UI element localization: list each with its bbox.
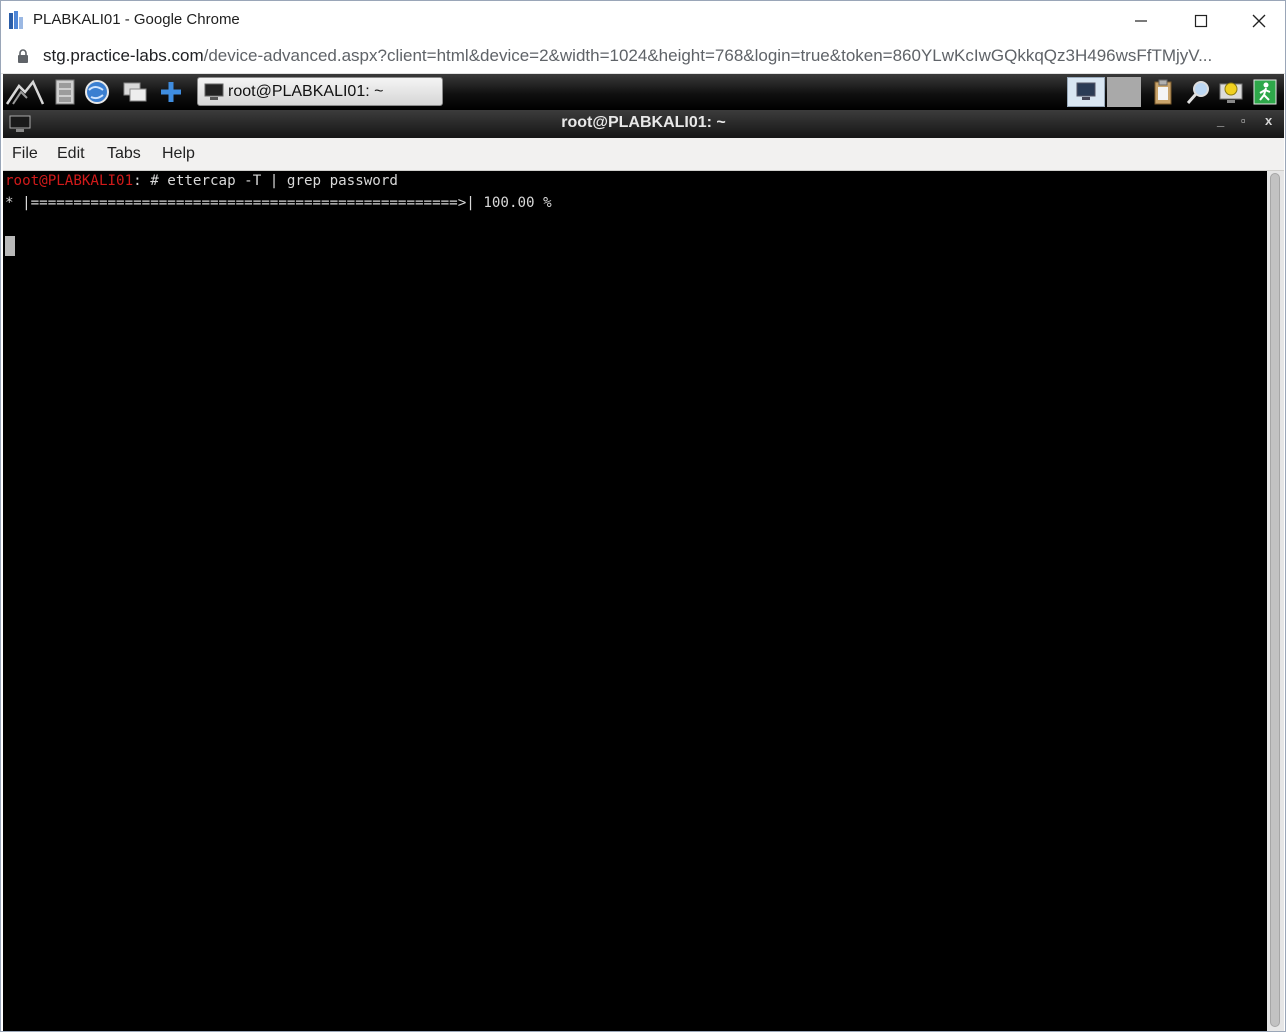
close-button[interactable] [1236, 1, 1282, 40]
task-button-label: root@PLABKALI01: ~ [228, 83, 384, 100]
terminal-title: root@PLABKALI01: ~ [561, 114, 726, 131]
minimize-icon [1135, 19, 1147, 22]
add-icon[interactable] [157, 78, 185, 106]
address-bar[interactable]: stg.practice-labs.com/device-advanced.as… [1, 40, 1285, 74]
browser-window: PLABKALI01 - Google Chrome stg.practice-… [0, 0, 1286, 1032]
browser-titlebar: PLABKALI01 - Google Chrome [1, 1, 1285, 40]
url-path: /device-advanced.aspx?client=html&device… [203, 46, 1213, 65]
task-button-terminal[interactable]: root@PLABKALI01: ~ [197, 77, 443, 106]
window-title: PLABKALI01 - Google Chrome [33, 11, 240, 28]
url-host: stg.practice-labs.com [43, 46, 204, 65]
scrollbar-thumb[interactable] [1270, 173, 1280, 1027]
desktop-top-panel: root@PLABKALI01: ~ [3, 74, 1284, 110]
terminal-minimize-button[interactable]: _ [1217, 113, 1224, 128]
file-cabinet-icon[interactable] [51, 78, 79, 106]
close-icon [1252, 14, 1266, 27]
prompt-user: root@PLABKALI01 [5, 173, 134, 189]
terminal-menubar: File Edit Tabs Help [3, 138, 1284, 171]
maximize-button[interactable] [1178, 1, 1224, 40]
menu-file[interactable]: File [12, 145, 38, 163]
clipboard-icon[interactable] [1149, 78, 1177, 106]
workspace-1-icon [1076, 82, 1096, 100]
lock-icon [18, 49, 28, 63]
workspace-2-button[interactable] [1107, 77, 1141, 107]
show-desktop-icon[interactable] [121, 78, 149, 106]
text-cursor [5, 236, 15, 256]
terminal-titlebar: root@PLABKALI01: ~ _ ▫ x [3, 110, 1284, 138]
workspace-1-button[interactable] [1067, 77, 1105, 107]
url-text[interactable]: stg.practice-labs.com/device-advanced.as… [43, 46, 1283, 66]
practice-labs-favicon-icon [9, 11, 23, 29]
lightbulb-monitor-icon[interactable] [1217, 78, 1245, 106]
kali-menu-icon[interactable] [5, 78, 45, 106]
prompt-command: : # ettercap -T | grep password [133, 173, 398, 189]
command-line: root@PLABKALI01: # ettercap -T | grep pa… [5, 173, 398, 189]
maximize-icon [1194, 14, 1208, 27]
menu-edit[interactable]: Edit [57, 145, 85, 163]
terminal-close-button[interactable]: x [1265, 113, 1272, 128]
exit-icon[interactable] [1251, 78, 1279, 106]
terminal-scrollbar[interactable] [1267, 171, 1284, 1031]
search-magnifier-icon[interactable] [1185, 78, 1213, 106]
menu-tabs[interactable]: Tabs [107, 145, 141, 163]
browser-globe-icon[interactable] [83, 78, 111, 106]
terminal-restore-button[interactable]: ▫ [1241, 113, 1246, 128]
progress-line: * |=====================================… [5, 195, 552, 211]
minimize-button[interactable] [1118, 1, 1164, 40]
terminal-icon [204, 83, 224, 100]
menu-help[interactable]: Help [162, 145, 195, 163]
workspace-2-icon [1107, 77, 1141, 107]
terminal-output[interactable]: root@PLABKALI01: # ettercap -T | grep pa… [3, 171, 1267, 1031]
